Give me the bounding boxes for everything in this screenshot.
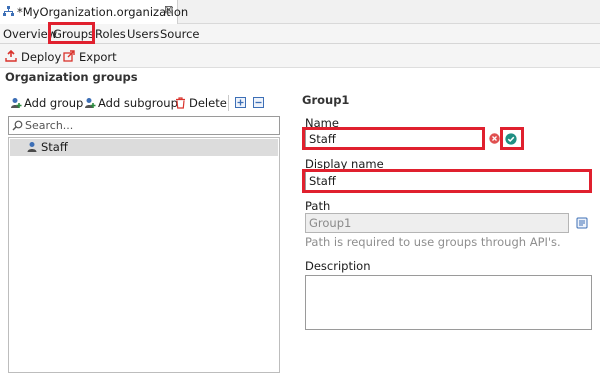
editor-tab-title: *MyOrganization.organization xyxy=(17,5,189,19)
display-name-label: Display name xyxy=(305,157,384,171)
description-field xyxy=(305,275,592,330)
delete-label: Delete xyxy=(189,96,227,110)
path-hint: Path is required to use groups through A… xyxy=(305,235,561,249)
collapse-all-icon[interactable] xyxy=(253,97,264,111)
name-label: Name xyxy=(305,116,339,130)
description-input[interactable] xyxy=(306,276,591,329)
path-field xyxy=(305,213,589,233)
export-icon xyxy=(63,50,75,65)
add-group-label: Add group xyxy=(24,96,84,110)
display-name-field xyxy=(305,171,592,191)
tab-overview[interactable]: Overview xyxy=(3,27,57,41)
validate-icon[interactable] xyxy=(505,133,517,148)
export-label: Export xyxy=(79,50,117,64)
tree-item-label: Staff xyxy=(41,140,68,154)
expand-all-icon[interactable] xyxy=(235,97,246,111)
tab-groups[interactable]: Groups xyxy=(53,27,94,41)
tab-source[interactable]: Source xyxy=(160,27,200,41)
tree-item-staff[interactable]: Staff xyxy=(10,139,278,156)
tab-users[interactable]: Users xyxy=(127,27,159,41)
add-group-icon xyxy=(10,97,22,112)
toolbar-separator xyxy=(228,95,229,111)
section-title: Organization groups xyxy=(5,70,138,84)
editor-tab[interactable]: *MyOrganization.organization ⊠ xyxy=(0,0,188,24)
group-title: Group1 xyxy=(302,93,350,107)
search-box xyxy=(8,116,280,135)
add-subgroup-icon xyxy=(84,97,96,112)
name-input[interactable] xyxy=(309,131,589,147)
deploy-icon xyxy=(5,49,17,65)
clear-icon[interactable] xyxy=(489,133,500,147)
close-icon[interactable]: ⊠ xyxy=(164,3,173,16)
organization-icon xyxy=(3,6,14,17)
tab-roles[interactable]: Roles xyxy=(95,27,126,41)
group-icon xyxy=(26,141,38,156)
search-icon xyxy=(12,120,23,134)
groups-tree: Staff xyxy=(8,137,280,373)
description-label: Description xyxy=(305,259,371,273)
display-name-input[interactable] xyxy=(309,173,589,189)
trash-icon xyxy=(175,97,186,112)
edit-path-icon[interactable] xyxy=(576,217,588,232)
name-field xyxy=(305,129,589,149)
path-input[interactable] xyxy=(309,215,589,231)
add-subgroup-label: Add subgroup xyxy=(98,96,178,110)
search-input[interactable] xyxy=(25,118,275,133)
deploy-label: Deploy xyxy=(21,50,62,64)
path-label: Path xyxy=(305,199,331,213)
